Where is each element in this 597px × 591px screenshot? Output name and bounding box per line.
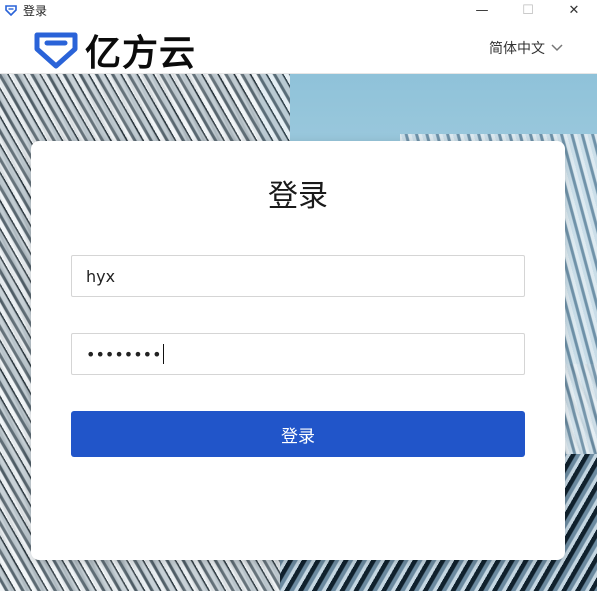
close-button[interactable]: ✕: [551, 0, 597, 20]
username-field[interactable]: hyx: [71, 255, 525, 297]
login-title: 登录: [268, 179, 328, 214]
username-value: hyx: [86, 266, 116, 286]
logo-text: 亿方云: [85, 33, 197, 74]
close-icon: ✕: [568, 2, 580, 18]
chevron-down-icon: [551, 40, 563, 56]
app-logo-icon: [5, 4, 17, 16]
logo-mark-icon: [33, 27, 79, 73]
title-bar: 登录 — ☐ ✕: [0, 0, 597, 20]
minimize-icon: —: [475, 2, 489, 18]
language-label: 简体中文: [489, 41, 545, 57]
window-title: 登录: [23, 3, 48, 18]
maximize-button[interactable]: ☐: [505, 0, 551, 20]
minimize-button[interactable]: —: [459, 0, 505, 20]
header: 亿方云 简体中文: [0, 20, 597, 74]
login-button-label: 登录: [281, 426, 315, 447]
login-button[interactable]: 登录: [71, 411, 525, 457]
maximize-icon: ☐: [522, 2, 534, 18]
password-value: ••••••••: [86, 344, 162, 364]
password-field[interactable]: ••••••••: [71, 333, 525, 375]
brand-logo: 亿方云: [33, 24, 196, 76]
language-selector[interactable]: 简体中文: [489, 38, 563, 58]
window-controls: — ☐ ✕: [459, 0, 597, 20]
text-caret: [162, 344, 164, 364]
login-card: 登录 hyx •••••••• 登录: [31, 141, 565, 560]
login-window: 登录 — ☐ ✕ 亿方云 简体中文 登录 hyx •••••••• 登录: [0, 0, 597, 591]
